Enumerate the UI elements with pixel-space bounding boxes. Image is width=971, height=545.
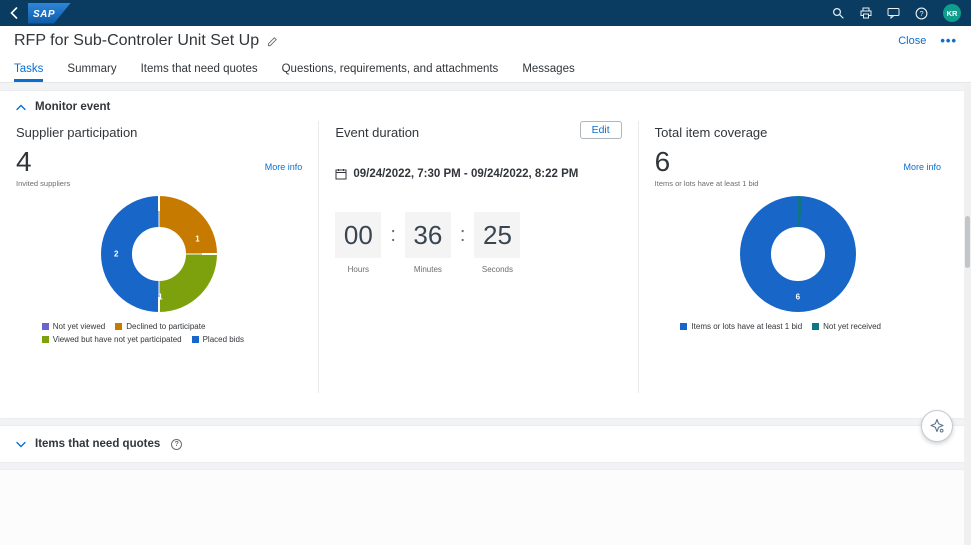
segment-label-placed: 2	[114, 250, 118, 259]
total-item-coverage-title: Total item coverage	[655, 125, 941, 140]
sap-logo-text: SAP	[33, 9, 55, 20]
monitor-event-header[interactable]: Monitor event	[0, 91, 971, 121]
legend-item-viewed-not-participated: Viewed but have not yet participated	[42, 335, 182, 344]
legend-swatch	[812, 323, 819, 330]
legend-item-not-yet-received: Not yet received	[812, 322, 881, 331]
edit-title-icon[interactable]	[267, 36, 278, 47]
tab-bar: Tasks Summary Items that need quotes Que…	[0, 56, 971, 83]
seconds-value: 25	[474, 212, 520, 258]
monitor-columns: Supplier participation 4 Invited supplie…	[0, 121, 971, 403]
close-button[interactable]: Close	[898, 35, 926, 47]
empty-content-area	[0, 470, 971, 545]
coverage-donut-hole	[771, 227, 824, 280]
colon-separator: :	[460, 212, 466, 258]
monitor-event-section: Monitor event Supplier participation 4 I…	[0, 91, 971, 418]
minutes-value: 36	[405, 212, 451, 258]
monitor-event-title: Monitor event	[35, 101, 110, 113]
back-button[interactable]	[10, 7, 18, 19]
hours-value: 00	[335, 212, 381, 258]
event-duration-head: Event duration Edit	[335, 121, 621, 148]
legend-swatch	[42, 323, 49, 330]
legend-swatch	[192, 336, 199, 343]
shell-bar: SAP ? KR	[0, 0, 971, 26]
tab-summary[interactable]: Summary	[67, 56, 116, 82]
help-icon[interactable]: ?	[915, 7, 928, 20]
vertical-scrollbar[interactable]	[964, 84, 971, 545]
page-header: RFP for Sub-Controler Unit Set Up Close …	[0, 26, 971, 56]
legend-swatch	[680, 323, 687, 330]
countdown-timer: 00 Hours : 36 Minutes : 25 Seconds	[335, 212, 621, 274]
supplier-participation-title: Supplier participation	[16, 125, 302, 140]
sap-logo[interactable]: SAP	[28, 3, 71, 24]
tab-tasks[interactable]: Tasks	[14, 56, 43, 82]
event-duration-dates: 09/24/2022, 7:30 PM - 09/24/2022, 8:22 P…	[353, 168, 578, 180]
event-duration-panel: Event duration Edit 09/24/2022, 7:30 PM …	[318, 121, 638, 393]
hours-unit: 00 Hours	[335, 212, 381, 274]
segment-label-viewed: 1	[158, 292, 162, 301]
supplier-donut-hole	[132, 227, 185, 280]
legend-item-items-with-bid: Items or lots have at least 1 bid	[680, 322, 802, 331]
hours-label: Hours	[348, 265, 369, 274]
supplier-more-info-link[interactable]: More info	[265, 162, 303, 172]
items-need-quotes-title: Items that need quotes	[35, 438, 160, 450]
legend-item-placed-bids: Placed bids	[192, 335, 244, 344]
tab-items-need-quotes[interactable]: Items that need quotes	[141, 56, 258, 82]
legend-item-not-yet-viewed: Not yet viewed	[42, 322, 105, 331]
coverage-count: 6	[655, 148, 759, 176]
colon-separator: :	[390, 212, 396, 258]
coverage-kpi: 6 Items or lots have at least 1 bid More…	[655, 148, 941, 188]
supplier-participation-donut: 1 1 2	[101, 196, 217, 312]
legend-swatch	[115, 323, 122, 330]
segment-label-covered: 6	[796, 292, 800, 301]
shell-actions: ? KR	[831, 4, 961, 22]
copilot-icon	[929, 418, 945, 434]
search-icon[interactable]	[831, 7, 844, 20]
page-header-actions: Close •••	[898, 35, 957, 47]
calendar-icon	[335, 168, 347, 180]
section-help-icon[interactable]: ?	[171, 439, 182, 450]
chevron-up-icon[interactable]	[16, 104, 26, 111]
page-title: RFP for Sub-Controler Unit Set Up	[14, 32, 259, 50]
overflow-menu-icon[interactable]: •••	[940, 36, 957, 46]
seconds-unit: 25 Seconds	[474, 212, 520, 274]
coverage-legend: Items or lots have at least 1 bid Not ye…	[680, 322, 915, 331]
coverage-count-label: Items or lots have at least 1 bid	[655, 179, 759, 188]
supplier-kpi: 4 Invited suppliers More info	[16, 148, 302, 188]
edit-duration-button[interactable]: Edit	[580, 121, 622, 139]
minutes-unit: 36 Minutes	[405, 212, 451, 274]
tab-questions-requirements-attachments[interactable]: Questions, requirements, and attachments	[282, 56, 499, 82]
invited-suppliers-count: 4	[16, 148, 70, 176]
event-duration-title: Event duration	[335, 125, 419, 140]
seconds-label: Seconds	[482, 265, 513, 274]
scrollbar-thumb[interactable]	[965, 216, 970, 268]
user-avatar[interactable]: KR	[943, 4, 961, 22]
supplier-legend: Not yet viewed Declined to participate V…	[42, 322, 277, 344]
event-duration-range: 09/24/2022, 7:30 PM - 09/24/2022, 8:22 P…	[335, 168, 621, 180]
main-content: Monitor event Supplier participation 4 I…	[0, 83, 971, 545]
total-item-coverage-panel: Total item coverage 6 Items or lots have…	[639, 121, 957, 393]
minutes-label: Minutes	[414, 265, 442, 274]
chevron-down-icon[interactable]	[16, 441, 26, 448]
legend-swatch	[42, 336, 49, 343]
coverage-more-info-link[interactable]: More info	[903, 162, 941, 172]
tab-messages[interactable]: Messages	[522, 56, 574, 82]
print-icon[interactable]	[859, 7, 872, 20]
total-item-coverage-donut: 6	[740, 196, 856, 312]
feedback-icon[interactable]	[887, 7, 900, 20]
invited-suppliers-label: Invited suppliers	[16, 179, 70, 188]
copilot-button[interactable]	[921, 410, 953, 442]
svg-text:?: ?	[919, 9, 923, 18]
items-need-quotes-header[interactable]: Items that need quotes ?	[0, 438, 971, 450]
supplier-participation-panel: Supplier participation 4 Invited supplie…	[14, 121, 318, 393]
segment-label-declined: 1	[195, 234, 199, 243]
items-need-quotes-section: Items that need quotes ?	[0, 426, 971, 462]
legend-item-declined: Declined to participate	[115, 322, 205, 331]
